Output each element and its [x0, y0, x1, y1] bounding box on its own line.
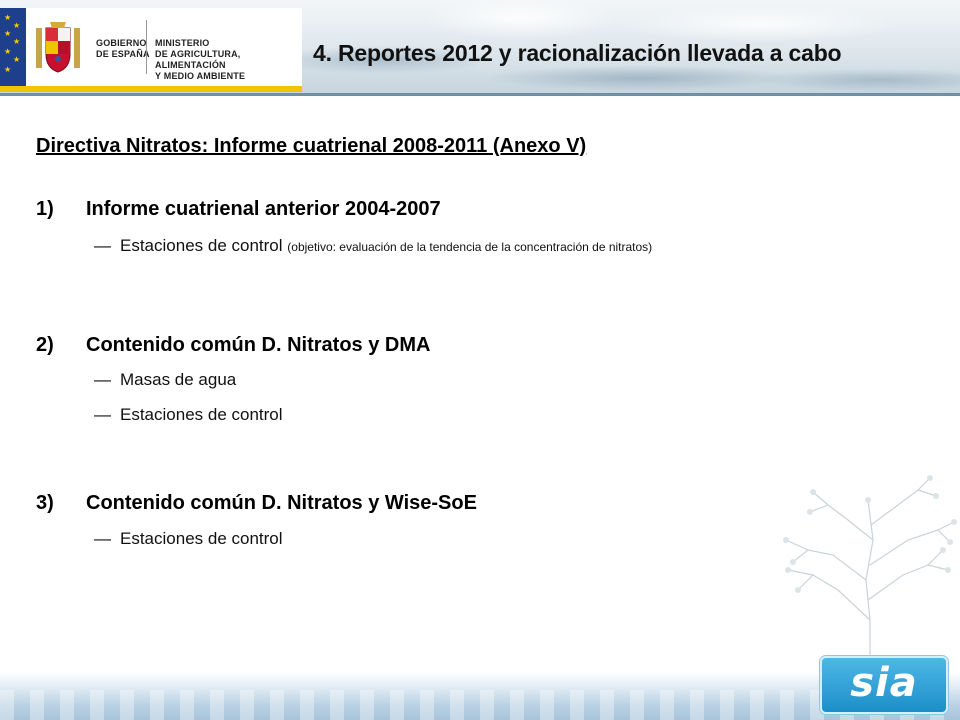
item-heading-text: Contenido común D. Nitratos y Wise-SoE — [86, 492, 477, 514]
tree-illustration — [783, 475, 957, 680]
item-heading-text: Contenido común D. Nitratos y DMA — [86, 334, 431, 356]
subitem-note: (objetivo: evaluación de la tendencia de… — [287, 240, 653, 254]
item-heading-text: Informe cuatrienal anterior 2004-2007 — [86, 198, 441, 220]
gobierno-line-2: DE ESPAÑA — [96, 49, 150, 59]
list-item: — Masas de agua — [94, 370, 236, 390]
list-item: — Estaciones de control (objetivo: evalua… — [94, 236, 652, 256]
section-title: Directiva Nitratos: Informe cuatrienal 2… — [36, 135, 587, 157]
slide-title: 4. Reportes 2012 y racionalización lleva… — [313, 40, 842, 66]
list-item: — Estaciones de control — [94, 529, 283, 549]
gobierno-line-1: GOBIERNO — [96, 38, 147, 48]
subitem-text: Masas de agua — [120, 370, 237, 389]
header-band: ★ ★ ★ ★ ★ ★ ★ GOBIERNO DE ESPAÑA MINISTE… — [0, 0, 960, 96]
item-number: 2) — [36, 334, 54, 356]
list-item: — Estaciones de control — [94, 405, 283, 425]
dash-bullet: — — [94, 529, 111, 548]
header-divider — [0, 93, 960, 96]
ministerio-line-3: Y MEDIO AMBIENTE — [155, 71, 246, 81]
eu-flag-icon: ★ ★ ★ ★ ★ ★ ★ — [0, 8, 26, 86]
subitem-text: Estaciones de control — [120, 405, 283, 424]
sia-logo: sia — [820, 656, 948, 714]
spain-crest-icon — [36, 22, 80, 73]
subitem-text: Estaciones de control — [120, 529, 283, 548]
item-number: 1) — [36, 198, 54, 220]
ministerio-line-1: MINISTERIO — [155, 38, 210, 48]
sia-logo-text: sia — [850, 660, 918, 706]
item-number: 3) — [36, 492, 54, 514]
logo-separator — [146, 20, 147, 74]
subitem-text: Estaciones de control — [120, 236, 283, 255]
dash-bullet: — — [94, 236, 111, 255]
dash-bullet: — — [94, 370, 111, 389]
dash-bullet: — — [94, 405, 111, 424]
government-logo: ★ ★ ★ ★ ★ ★ ★ GOBIERNO DE ESPAÑA MINISTE… — [0, 8, 302, 92]
ministerio-line-2: DE AGRICULTURA, ALIMENTACIÓN — [155, 49, 241, 70]
footer-band — [0, 672, 960, 720]
gobierno-text: GOBIERNO DE ESPAÑA — [96, 38, 150, 60]
ministerio-text: MINISTERIO DE AGRICULTURA, ALIMENTACIÓN … — [155, 38, 302, 82]
